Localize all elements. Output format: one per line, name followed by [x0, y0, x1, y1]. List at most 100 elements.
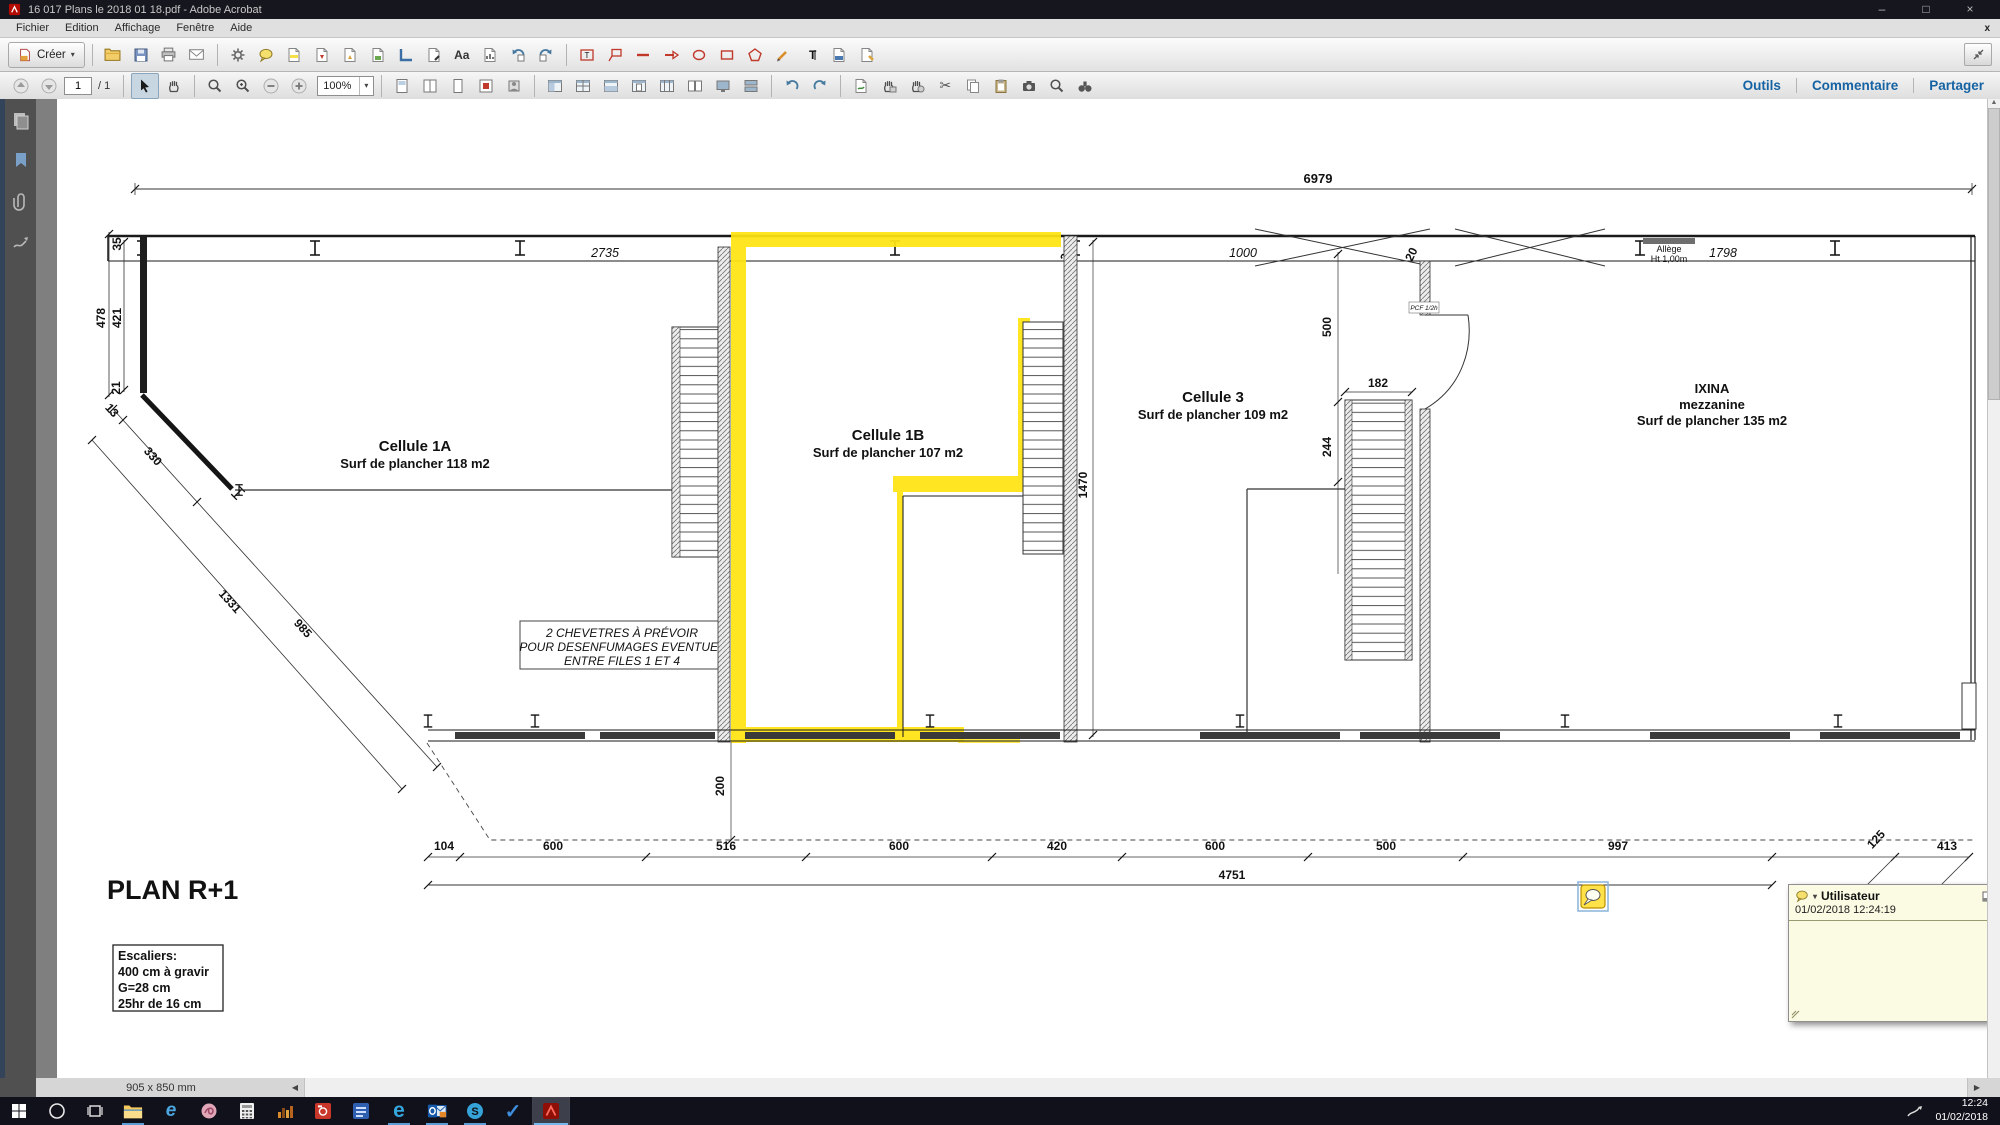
hand-tool-button[interactable]	[161, 74, 187, 98]
zoom-in-button[interactable]	[286, 74, 312, 98]
toolbar-close-icon[interactable]: x	[1984, 23, 1990, 34]
comment-bubble-icon[interactable]	[253, 43, 279, 67]
document-chart-icon[interactable]	[477, 43, 503, 67]
view-actual-size-button[interactable]	[389, 74, 415, 98]
taskbar-clock[interactable]: 12:24 01/02/2018	[1935, 1097, 1988, 1124]
windows-ink-icon[interactable]	[1906, 1103, 1923, 1120]
measure-ruler-icon[interactable]	[393, 43, 419, 67]
internet-explorer-button[interactable]: e	[152, 1097, 190, 1125]
minimize-button[interactable]: –	[1860, 0, 1904, 19]
line-annot-icon[interactable]	[630, 43, 656, 67]
horizontal-scrollbar[interactable]	[304, 1078, 1968, 1097]
stamp-yellow-icon[interactable]	[854, 43, 880, 67]
next-page-button[interactable]	[36, 74, 62, 98]
window-single-page-button[interactable]	[626, 74, 652, 98]
view-full-screen-button[interactable]	[473, 74, 499, 98]
create-button[interactable]: Créer ▾	[8, 42, 85, 68]
file-explorer-button[interactable]	[114, 1097, 152, 1125]
combine-files-icon[interactable]	[365, 43, 391, 67]
textbox-annot-icon[interactable]: T	[574, 43, 600, 67]
edit-document-icon[interactable]	[421, 43, 447, 67]
scroll-right-icon[interactable]: ▶	[1968, 1083, 1986, 1092]
toolbar-expand-button[interactable]	[1964, 43, 1992, 66]
page-number-input[interactable]	[64, 77, 92, 95]
camera-app-button[interactable]	[304, 1097, 342, 1125]
window-split-quad-button[interactable]	[570, 74, 596, 98]
vertical-scrollbar[interactable]: ▲	[1987, 99, 2000, 1078]
audio-app-button[interactable]	[266, 1097, 304, 1125]
signatures-icon[interactable]	[11, 233, 31, 253]
snapshot-button[interactable]	[1016, 74, 1042, 98]
page-thumbnails-icon[interactable]	[11, 111, 31, 131]
callout-annot-icon[interactable]	[602, 43, 628, 67]
pencil-annot-icon[interactable]	[770, 43, 796, 67]
window-two-pages-button[interactable]	[682, 74, 708, 98]
settings-gear-icon[interactable]	[225, 43, 251, 67]
antivirus-check-button[interactable]: ✓	[494, 1097, 532, 1125]
edge-button[interactable]: e	[380, 1097, 418, 1125]
undo-button[interactable]	[779, 74, 805, 98]
sign-document-button[interactable]	[848, 74, 874, 98]
copy-button[interactable]	[960, 74, 986, 98]
highlight-tool-icon[interactable]	[281, 43, 307, 67]
zoom-out-button[interactable]	[258, 74, 284, 98]
tools-panel-link[interactable]: Outils	[1743, 78, 1781, 93]
zoom-level-select[interactable]: 100% ▾	[317, 76, 374, 96]
select-tool-button[interactable]	[131, 73, 159, 99]
view-fit-width-button[interactable]	[417, 74, 443, 98]
menu-fichier[interactable]: Fichier	[8, 21, 57, 35]
stamp-blue-icon[interactable]	[826, 43, 852, 67]
window-split-left-button[interactable]	[542, 74, 568, 98]
export-pdf-icon[interactable]	[309, 43, 335, 67]
create-from-file-icon[interactable]	[337, 43, 363, 67]
window-stack-button[interactable]	[738, 74, 764, 98]
vertical-scroll-thumb[interactable]	[1988, 108, 2000, 400]
insert-text-icon[interactable]: T	[798, 43, 824, 67]
rotate-left-icon[interactable]	[505, 43, 531, 67]
save-button[interactable]	[128, 43, 154, 67]
skype-button[interactable]: S	[456, 1097, 494, 1125]
start-button[interactable]	[0, 1097, 38, 1125]
sticky-note-popup[interactable]: ▾ Utilisateur 01/02/2018 12:24:19	[1788, 884, 2000, 1022]
pink-app-button[interactable]	[190, 1097, 228, 1125]
arrow-annot-icon[interactable]	[658, 43, 684, 67]
comment-panel-link[interactable]: Commentaire	[1812, 78, 1898, 93]
paste-button[interactable]	[988, 74, 1014, 98]
scroll-left-icon[interactable]: ◀	[286, 1083, 304, 1092]
stamp-tool-button[interactable]	[904, 74, 930, 98]
sticky-note-annotation-icon[interactable]	[1578, 882, 1608, 911]
close-button[interactable]: ×	[1948, 0, 1992, 19]
blue-tile-app-button[interactable]	[342, 1097, 380, 1125]
note-options-chevron-icon[interactable]: ▾	[1813, 892, 1817, 901]
oval-annot-icon[interactable]	[686, 43, 712, 67]
rectangle-annot-icon[interactable]	[714, 43, 740, 67]
bookmarks-icon[interactable]	[11, 151, 31, 171]
window-split-horizontal-button[interactable]	[598, 74, 624, 98]
open-button[interactable]	[100, 43, 126, 67]
edit-text-icon[interactable]: Aa	[449, 43, 475, 67]
outlook-button[interactable]	[418, 1097, 456, 1125]
cortana-button[interactable]	[38, 1097, 76, 1125]
redo-button[interactable]	[807, 74, 833, 98]
search-button[interactable]	[1044, 74, 1070, 98]
previous-page-button[interactable]	[8, 74, 34, 98]
menu-aide[interactable]: Aide	[222, 21, 260, 35]
note-resize-grip[interactable]	[1791, 1010, 1800, 1019]
share-panel-link[interactable]: Partager	[1929, 78, 1984, 93]
marquee-zoom-button[interactable]	[202, 74, 228, 98]
window-split-vertical-button[interactable]	[654, 74, 680, 98]
email-button[interactable]	[184, 43, 210, 67]
scroll-up-icon[interactable]: ▲	[1991, 99, 1998, 106]
menu-fenetre[interactable]: Fenêtre	[168, 21, 222, 35]
attachments-paperclip-icon[interactable]	[11, 191, 31, 213]
view-fit-page-button[interactable]	[445, 74, 471, 98]
window-monitor-button[interactable]	[710, 74, 736, 98]
advanced-search-button[interactable]	[1072, 74, 1098, 98]
rotate-right-icon[interactable]	[533, 43, 559, 67]
polygon-annot-icon[interactable]	[742, 43, 768, 67]
view-read-mode-button[interactable]	[501, 74, 527, 98]
cut-button[interactable]: ✂	[932, 74, 958, 98]
acrobat-taskbar-button[interactable]	[532, 1097, 570, 1125]
approve-stamp-button[interactable]	[876, 74, 902, 98]
print-button[interactable]	[156, 43, 182, 67]
